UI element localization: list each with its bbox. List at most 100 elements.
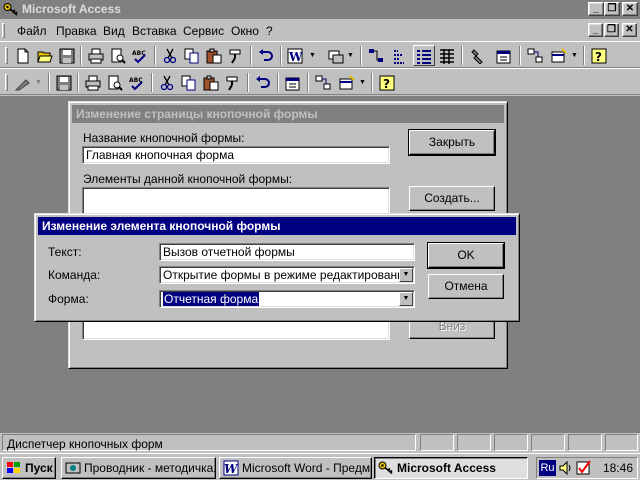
restore-button[interactable]: ❐: [604, 2, 620, 16]
status-text: Диспетчер кнопочных форм: [2, 434, 416, 451]
menu-view[interactable]: Вид: [103, 24, 125, 38]
menu-insert[interactable]: Вставка: [132, 24, 177, 38]
properties-button[interactable]: [493, 45, 515, 66]
paste-button-2[interactable]: [200, 72, 222, 93]
help-button-2[interactable]: ?: [376, 72, 398, 93]
menu-edit[interactable]: Правка: [56, 24, 97, 38]
new-object-button-2[interactable]: [336, 72, 358, 93]
office-links-button[interactable]: W: [285, 45, 307, 66]
form-select[interactable]: Отчетная форма ▼: [159, 290, 415, 308]
mdi-close-button[interactable]: ✕: [622, 23, 637, 37]
task-explorer-label: Проводник - методичка...: [84, 461, 216, 475]
task-explorer[interactable]: Проводник - методичка...: [61, 457, 216, 479]
status-panel: [457, 434, 491, 451]
status-panel: [605, 434, 638, 451]
print-preview-button[interactable]: [107, 45, 129, 66]
command-select[interactable]: Открытие формы в режиме редактирования ▼: [159, 266, 415, 284]
minimize-icon: _: [593, 3, 599, 14]
menu-help[interactable]: ?: [266, 24, 273, 38]
cut-button-2[interactable]: [156, 72, 178, 93]
form-dropdown-button[interactable]: ▼: [399, 292, 413, 306]
save-button-2[interactable]: [53, 72, 75, 93]
svg-text:?: ?: [595, 50, 602, 64]
print-preview-button-2[interactable]: [104, 72, 126, 93]
code-button[interactable]: [389, 45, 411, 66]
chevron-down-icon: ▼: [402, 271, 410, 278]
status-panel: [531, 434, 565, 451]
text-field[interactable]: Вызов отчетной формы: [159, 243, 415, 261]
toolbar-grip[interactable]: [2, 72, 10, 93]
menu-window[interactable]: Окно: [231, 24, 259, 38]
start-button[interactable]: Пуск: [2, 457, 56, 479]
minimize-icon: _: [592, 24, 599, 35]
properties-button-2[interactable]: [282, 72, 304, 93]
menu-tools[interactable]: Сервис: [183, 24, 224, 38]
language-indicator[interactable]: Ru: [539, 460, 556, 476]
task-access-label: Microsoft Access: [397, 461, 496, 475]
analyze-dropdown-icon[interactable]: ▼: [347, 52, 354, 59]
cut-button[interactable]: [159, 45, 181, 66]
ok-button[interactable]: OK: [427, 242, 505, 269]
details-view-button[interactable]: [436, 45, 458, 66]
relationships-button[interactable]: [365, 45, 387, 66]
new-object-button[interactable]: [548, 45, 570, 66]
help-button[interactable]: ?: [588, 45, 610, 66]
toolbar-grip[interactable]: [2, 45, 10, 66]
undo-button[interactable]: [255, 45, 277, 66]
cancel-button[interactable]: Отмена: [428, 274, 504, 299]
open-button[interactable]: [34, 45, 56, 66]
print-button-2[interactable]: [82, 72, 104, 93]
format-painter-icon: [229, 49, 241, 64]
database-window-icon: [315, 75, 331, 89]
build-button[interactable]: [467, 45, 489, 66]
spelling-button[interactable]: ABC: [129, 45, 151, 66]
new-object-dropdown-icon[interactable]: ▼: [571, 52, 578, 59]
restore-icon: ❐: [607, 24, 616, 35]
menu-grip[interactable]: [2, 23, 5, 38]
analyze-button[interactable]: [325, 45, 347, 66]
cut-icon: [160, 75, 174, 90]
paste-button[interactable]: [203, 45, 225, 66]
mdi-minimize-button[interactable]: _: [588, 23, 603, 37]
minimize-button[interactable]: _: [588, 2, 604, 16]
close-icon: ✕: [625, 24, 634, 35]
office-links-dropdown-icon[interactable]: ▼: [309, 52, 316, 59]
scheduler-icon[interactable]: [576, 460, 592, 476]
print-preview-icon: [111, 48, 126, 64]
menu-file[interactable]: Файл: [17, 24, 47, 38]
status-panel: [568, 434, 602, 451]
design-view-button[interactable]: [12, 72, 34, 93]
database-window-button-2[interactable]: [312, 72, 334, 93]
database-window-button[interactable]: [524, 45, 546, 66]
clock[interactable]: 18:46: [603, 461, 633, 475]
volume-icon[interactable]: [558, 460, 574, 476]
system-tray: Ru 18:46: [536, 457, 638, 479]
design-view-dropdown-icon[interactable]: ▼: [35, 79, 42, 86]
command-dropdown-button[interactable]: ▼: [399, 268, 413, 282]
new-button[interactable]: [12, 45, 34, 66]
mdi-restore-button[interactable]: ❐: [604, 23, 619, 37]
format-painter-button-2[interactable]: [222, 72, 244, 93]
print-button[interactable]: [85, 45, 107, 66]
spelling-icon: ABC: [129, 77, 143, 90]
copy-button-2[interactable]: [178, 72, 200, 93]
database-toolbar: ABC W ▼ ▼ ▼ ?: [0, 41, 640, 68]
copy-button[interactable]: [181, 45, 203, 66]
close-dialog-button[interactable]: Закрыть: [408, 129, 496, 156]
close-button[interactable]: ✕: [622, 2, 638, 16]
spelling-button-2[interactable]: ABC: [126, 72, 148, 93]
undo-button-2[interactable]: [252, 72, 274, 93]
task-access[interactable]: Microsoft Access: [374, 457, 528, 479]
new-object-dropdown-icon[interactable]: ▼: [359, 79, 366, 86]
undo-icon: [256, 75, 270, 88]
design-view-icon: [15, 78, 30, 90]
new-item-button[interactable]: Создать...: [409, 186, 495, 211]
task-word-label: Microsoft Word - Предм...: [242, 461, 372, 475]
format-painter-button[interactable]: [225, 45, 247, 66]
list-view-button[interactable]: [413, 45, 435, 66]
task-word[interactable]: W Microsoft Word - Предм...: [219, 457, 372, 479]
save-button[interactable]: [56, 45, 78, 66]
switchboard-name-field[interactable]: Главная кнопочная форма: [82, 146, 390, 164]
code-icon: [394, 49, 404, 64]
analyze-icon: [328, 50, 344, 63]
